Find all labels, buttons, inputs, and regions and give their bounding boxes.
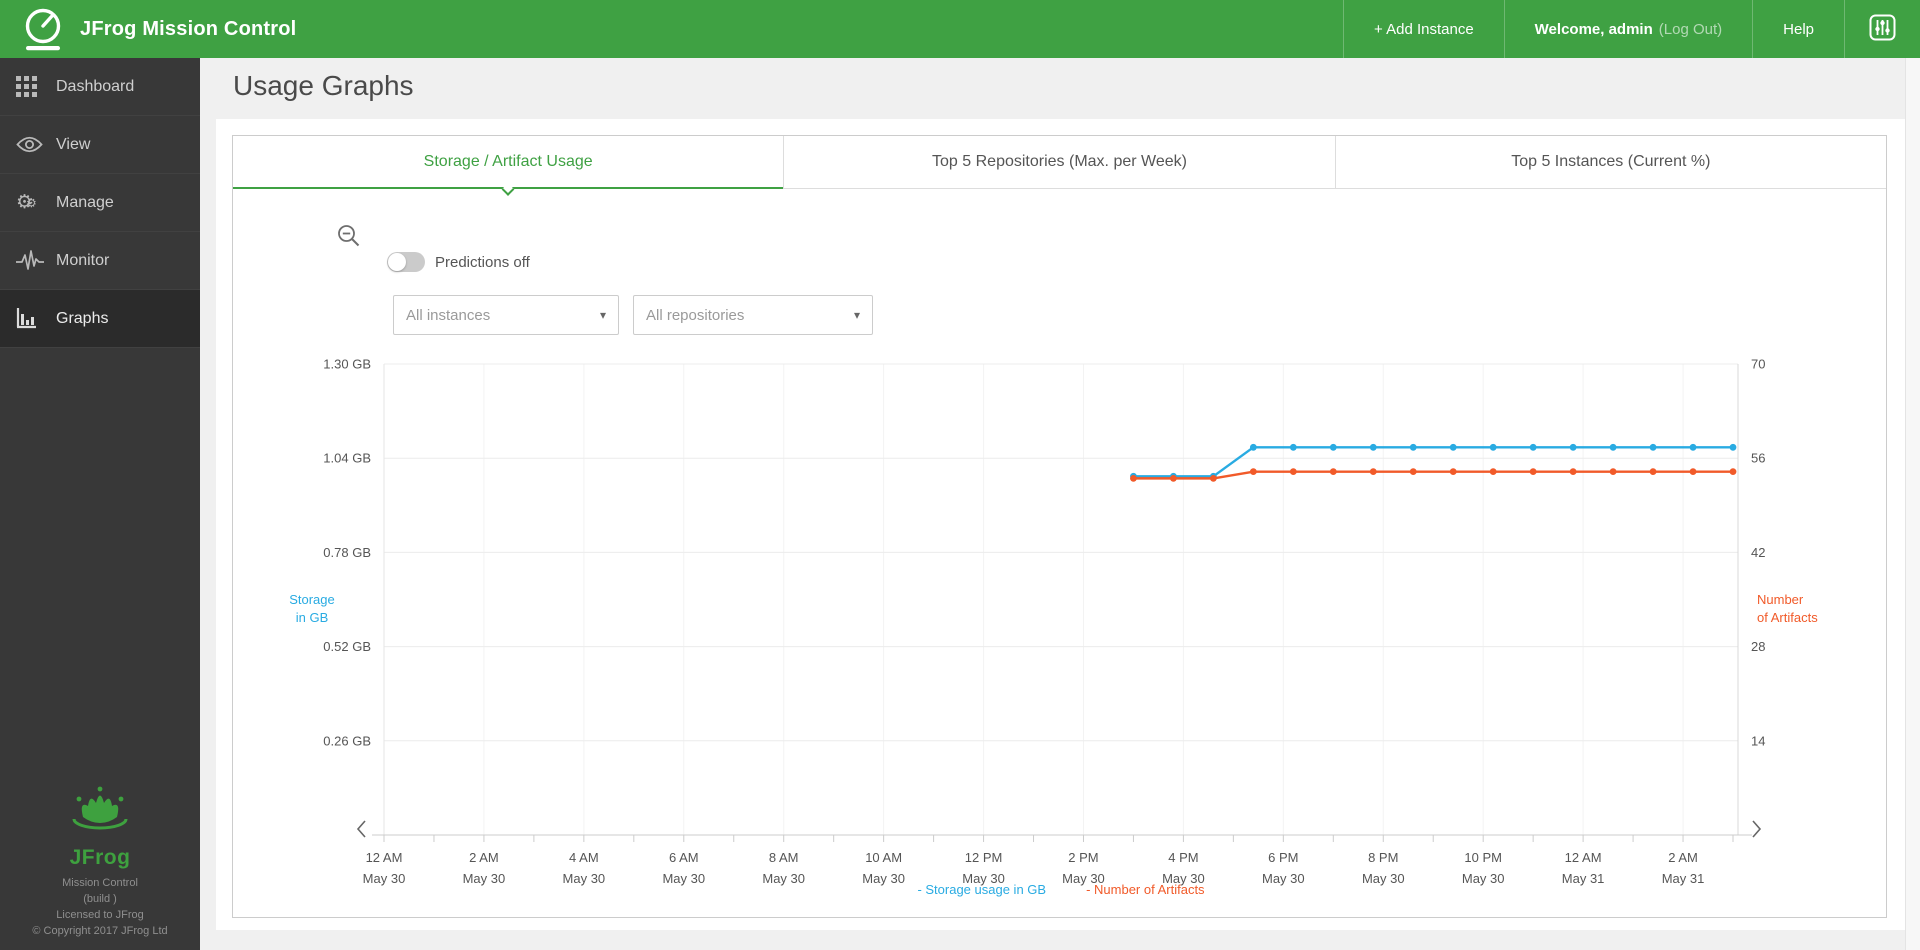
legend-artifacts: - Number of Artifacts xyxy=(1086,882,1205,897)
svg-text:6 PM: 6 PM xyxy=(1268,850,1298,865)
tab-top5-repositories[interactable]: Top 5 Repositories (Max. per Week) xyxy=(783,136,1334,188)
gears-icon: ⚙ ⚙ xyxy=(16,192,36,213)
eye-icon xyxy=(16,136,50,153)
chevron-right-icon[interactable] xyxy=(1749,818,1763,840)
app-root: JFrog Mission Control + Add Instance Wel… xyxy=(0,0,1920,950)
logout-link[interactable]: (Log Out) xyxy=(1659,21,1722,38)
legend-storage: - Storage usage in GB xyxy=(917,882,1047,897)
svg-text:10 PM: 10 PM xyxy=(1464,850,1502,865)
top-bar-actions: + Add Instance Welcome, admin (Log Out) … xyxy=(1343,0,1920,58)
footer-line: Licensed to JFrog xyxy=(56,909,144,922)
repositories-dropdown-value: All repositories xyxy=(646,306,745,324)
sidebar-item-manage[interactable]: ⚙ ⚙ Manage xyxy=(0,174,200,232)
sliders-icon xyxy=(1869,14,1896,45)
welcome-text: Welcome, admin xyxy=(1534,20,1653,38)
page-title: Usage Graphs xyxy=(233,70,414,101)
app-logo: JFrog Mission Control xyxy=(22,6,296,52)
sidebar: Dashboard View ⚙ ⚙ Manage Monitor Graphs… xyxy=(0,58,200,950)
jfrog-frog-logo xyxy=(0,785,200,844)
graph-tabs: Storage / Artifact Usage Top 5 Repositor… xyxy=(233,136,1886,196)
svg-text:12 AM: 12 AM xyxy=(366,850,403,865)
predictions-label: Predictions off xyxy=(435,253,530,271)
svg-text:1.30 GB: 1.30 GB xyxy=(323,357,371,372)
usage-chart-svg: 12 AMMay 302 AMMay 304 AMMay 306 AMMay 3… xyxy=(323,357,1765,887)
svg-text:0.26 GB: 0.26 GB xyxy=(323,733,371,748)
scrollbar-track[interactable] xyxy=(1905,58,1920,950)
jfrog-wordmark: JFrog xyxy=(69,846,131,870)
sidebar-item-label: Manage xyxy=(56,193,114,211)
svg-text:10 AM: 10 AM xyxy=(865,850,902,865)
sidebar-item-label: View xyxy=(56,135,91,153)
svg-text:56: 56 xyxy=(1751,451,1765,466)
sidebar-item-dashboard[interactable]: Dashboard xyxy=(0,58,200,116)
app-title: JFrog Mission Control xyxy=(80,17,297,40)
svg-text:12 AM: 12 AM xyxy=(1565,850,1602,865)
gauge-icon xyxy=(22,6,64,52)
sidebar-item-graphs[interactable]: Graphs xyxy=(0,290,200,348)
right-axis-title: Number of Artifacts xyxy=(1757,592,1818,626)
footer-line: (build ) xyxy=(83,893,117,906)
svg-text:1.04 GB: 1.04 GB xyxy=(323,451,371,466)
svg-text:12 PM: 12 PM xyxy=(965,850,1003,865)
main-content: Usage Graphs Storage / Artifact Usage To… xyxy=(200,58,1920,950)
svg-text:6 AM: 6 AM xyxy=(669,850,699,865)
svg-text:70: 70 xyxy=(1751,357,1765,372)
svg-text:4 AM: 4 AM xyxy=(569,850,599,865)
svg-text:8 AM: 8 AM xyxy=(769,850,799,865)
chevron-left-icon[interactable] xyxy=(355,818,369,840)
svg-text:4 PM: 4 PM xyxy=(1168,850,1198,865)
grid-icon xyxy=(16,76,50,97)
sidebar-item-view[interactable]: View xyxy=(0,116,200,174)
svg-text:0.52 GB: 0.52 GB xyxy=(323,639,371,654)
svg-text:0.78 GB: 0.78 GB xyxy=(323,545,371,560)
usage-graphs-panel: Storage / Artifact Usage Top 5 Repositor… xyxy=(216,119,1905,930)
sidebar-item-label: Dashboard xyxy=(56,77,135,95)
usage-chart: 12 AM May 30 2 AM May 30 4 AM May 30 6 AM May 3… xyxy=(233,346,1886,919)
chevron-down-icon: ▾ xyxy=(853,308,860,322)
help-button[interactable]: Help xyxy=(1752,0,1844,58)
svg-text:2 PM: 2 PM xyxy=(1068,850,1098,865)
sidebar-item-label: Monitor xyxy=(56,251,110,269)
svg-text:2 AM: 2 AM xyxy=(1668,850,1698,865)
tab-storage-artifact-usage[interactable]: Storage / Artifact Usage xyxy=(233,136,784,196)
predictions-toggle[interactable] xyxy=(387,252,425,272)
add-instance-button[interactable]: + Add Instance xyxy=(1343,0,1504,58)
repositories-dropdown[interactable]: All repositories ▾ xyxy=(633,295,873,335)
welcome-menu[interactable]: Welcome, admin (Log Out) xyxy=(1503,0,1752,58)
svg-text:8 PM: 8 PM xyxy=(1368,850,1398,865)
toggle-knob xyxy=(388,253,406,271)
sidebar-item-monitor[interactable]: Monitor xyxy=(0,232,200,290)
chevron-down-icon: ▾ xyxy=(599,308,606,322)
graphs-card: Storage / Artifact Usage Top 5 Repositor… xyxy=(232,135,1887,918)
svg-text:42: 42 xyxy=(1751,545,1765,560)
footer-line: © Copyright 2017 JFrog Ltd xyxy=(32,925,168,938)
sidebar-item-label: Graphs xyxy=(56,309,109,327)
chart-legend: - Storage usage in GB - Number of Artifa… xyxy=(384,882,1738,897)
zoom-out-icon[interactable] xyxy=(337,224,361,253)
svg-text:28: 28 xyxy=(1751,639,1765,654)
svg-text:14: 14 xyxy=(1751,733,1765,748)
active-tab-notch xyxy=(501,183,515,196)
svg-text:2 AM: 2 AM xyxy=(469,850,499,865)
predictions-toggle-row: Predictions off xyxy=(387,252,530,272)
instances-dropdown-value: All instances xyxy=(406,306,491,324)
left-axis-title: Storage in GB xyxy=(289,592,335,626)
tab-top5-instances[interactable]: Top 5 Instances (Current %) xyxy=(1334,136,1886,188)
sidebar-footer: JFrog Mission Control (build ) Licensed … xyxy=(0,785,200,940)
footer-line: Mission Control xyxy=(62,877,138,890)
settings-button[interactable] xyxy=(1844,0,1920,58)
bar-chart-icon xyxy=(16,308,50,329)
top-bar: JFrog Mission Control + Add Instance Wel… xyxy=(0,0,1920,58)
pulse-icon xyxy=(16,249,50,273)
instances-dropdown[interactable]: All instances ▾ xyxy=(393,295,619,335)
